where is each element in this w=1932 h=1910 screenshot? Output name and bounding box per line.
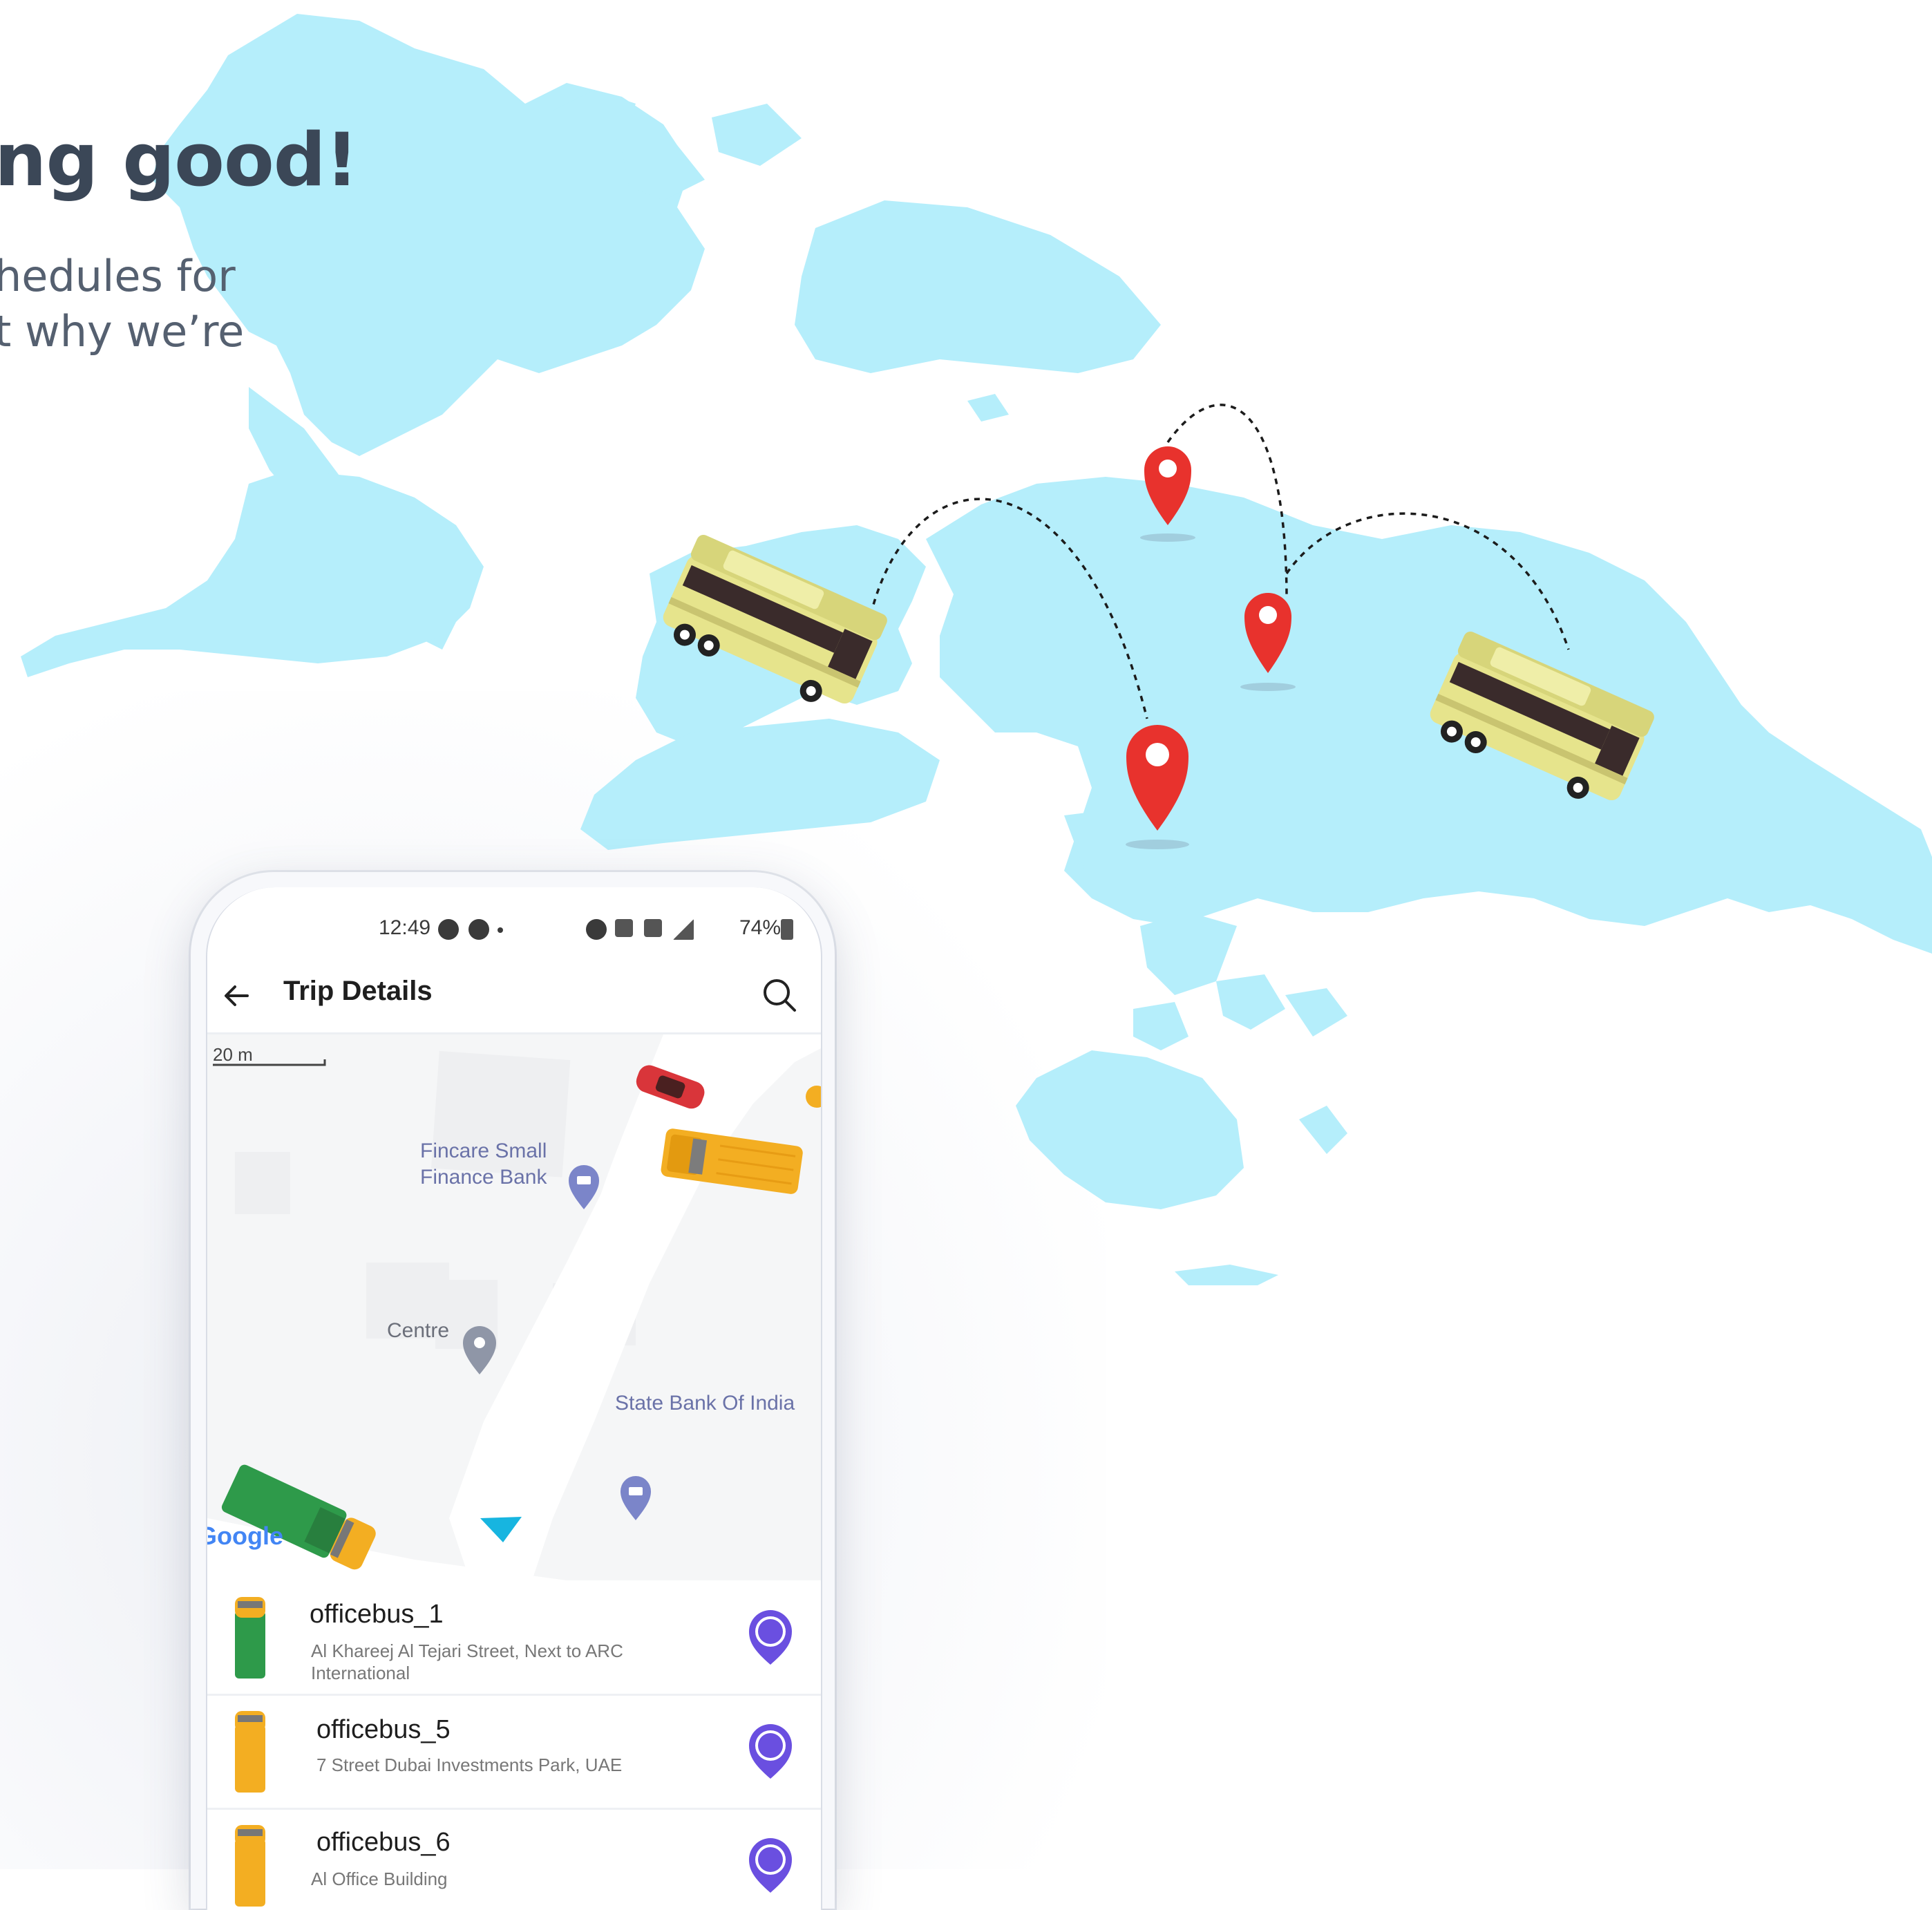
map-label-centre[interactable]: Centre: [387, 1318, 449, 1344]
bus-address: Al Khareej Al Tejari Street, Next to ARC…: [311, 1640, 623, 1683]
page-title: Trip Details: [283, 976, 433, 1006]
hero-title: ng good!: [0, 117, 359, 202]
whatsapp-icon: [468, 919, 489, 940]
locate-icon[interactable]: [746, 1608, 795, 1666]
bus-name: officebus_1: [310, 1600, 444, 1629]
bus-address: Al Office Building: [311, 1869, 448, 1889]
hero-subtitle-line-1: hedules for: [0, 251, 236, 301]
continent-greenland: [795, 200, 1161, 373]
locate-icon[interactable]: [746, 1722, 795, 1780]
status-battery: 74%: [739, 916, 782, 939]
hero-subtitle-line-2: t why we’re: [0, 306, 245, 357]
continent-south: [580, 719, 940, 850]
locate-icon[interactable]: [746, 1836, 795, 1894]
list-item[interactable]: officebus_1 Al Khareej Al Tejari Street,…: [207, 1582, 821, 1696]
continent-africa: [21, 470, 484, 677]
phone-mockup: 12:49 74% Trip Details 20 m Fincare Smal…: [191, 872, 835, 1910]
app-bar: Trip Details: [207, 956, 821, 1034]
continent-north-america: [152, 14, 705, 456]
continent-asia: [926, 477, 1932, 954]
map-label-fincare[interactable]: Fincare Small Finance Bank: [420, 1138, 547, 1191]
alarm-icon: [586, 919, 607, 940]
bus-address: 7 Street Dubai Investments Park, UAE: [316, 1755, 623, 1775]
status-time: 12:49: [379, 916, 431, 939]
google-logo-text: Google: [207, 1522, 283, 1550]
google-attribution: Google: [207, 1522, 283, 1551]
status-bar: 12:49 74%: [207, 887, 821, 949]
map-label-sbi[interactable]: State Bank Of India: [615, 1390, 795, 1417]
list-item[interactable]: officebus_5 7 Street Dubai Investments P…: [207, 1696, 821, 1810]
map-view[interactable]: 20 m Fincare Small Finance Bank Centre S…: [207, 1034, 821, 1580]
bus-top-view-icon: [235, 1711, 265, 1793]
continent-australia: [1016, 1050, 1244, 1209]
bus-top-view-icon: [235, 1825, 265, 1907]
phone-screen: 12:49 74% Trip Details 20 m Fincare Smal…: [206, 887, 822, 1910]
battery-icon: [781, 919, 793, 940]
nfc-icon: [615, 919, 633, 937]
messenger-icon: [438, 919, 459, 940]
bus-name: officebus_5: [316, 1715, 451, 1744]
bus-list: officebus_1 Al Khareej Al Tejari Street,…: [207, 1582, 821, 1910]
notification-dot-icon: [498, 927, 503, 933]
hero-subtitle: hedules for t why we’re: [0, 249, 244, 359]
map-scale: 20 m: [213, 1044, 253, 1065]
map-label-fincare-line-2: Finance Bank: [420, 1166, 547, 1189]
map-label-fincare-line-1: Fincare Small: [420, 1140, 547, 1162]
map-canvas: [207, 1034, 821, 1580]
search-icon[interactable]: [760, 976, 799, 1014]
list-item[interactable]: officebus_6 Al Office Building: [207, 1810, 821, 1910]
vibrate-icon: [644, 919, 662, 937]
signal-icon: [673, 919, 694, 940]
back-arrow-icon[interactable]: [220, 978, 254, 1013]
bus-name: officebus_6: [316, 1828, 451, 1857]
bus-top-view-icon: [235, 1597, 265, 1679]
